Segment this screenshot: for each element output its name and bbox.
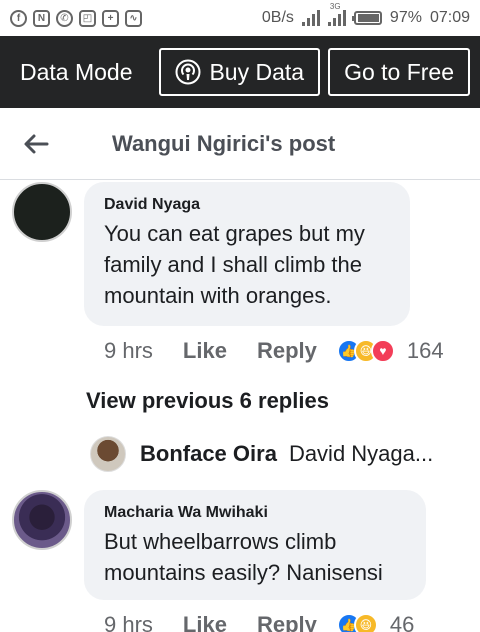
- podcast-icon: [175, 59, 201, 85]
- back-arrow-icon: [24, 134, 49, 153]
- data-mode-bar: Data Mode Buy Data Go to Free: [0, 36, 480, 108]
- like-button[interactable]: Like: [183, 338, 227, 364]
- reactions[interactable]: 👍 😆 ♥: [336, 339, 395, 363]
- reaction-count[interactable]: 46: [390, 612, 414, 632]
- activity-icon: ∿: [125, 9, 142, 27]
- status-bar: f N ✆ ◰ + ∿ 0B/s 3G 97% 07:09: [0, 0, 480, 36]
- avatar[interactable]: [90, 436, 126, 472]
- cast-icon: ◰: [79, 9, 96, 27]
- reply-button[interactable]: Reply: [257, 338, 317, 364]
- comment-text: You can eat grapes but my family and I s…: [104, 221, 365, 308]
- signal-icon: [301, 10, 320, 26]
- comment-actions: 9 hrs Like Reply 👍 😆 ♥ 164: [104, 338, 444, 364]
- buy-data-label: Buy Data: [209, 58, 305, 85]
- comment-bubble[interactable]: Macharia Wa Mwihaki But wheelbarrows cli…: [84, 490, 426, 600]
- battery-level: 97%: [389, 9, 422, 26]
- plus-icon: +: [102, 9, 119, 27]
- data-mode-label: Data Mode: [20, 58, 133, 85]
- reply-author[interactable]: Bonface Oira: [140, 441, 277, 467]
- comment-author[interactable]: Macharia Wa Mwihaki: [104, 504, 406, 522]
- network-type: 3G: [329, 2, 341, 11]
- comment-time[interactable]: 9 hrs: [104, 338, 153, 364]
- reply-preview[interactable]: Bonface Oira David Nyaga...: [90, 436, 470, 472]
- reply-snippet: David Nyaga...: [288, 441, 434, 466]
- comment-author[interactable]: David Nyaga: [104, 196, 390, 214]
- clock: 07:09: [429, 9, 470, 26]
- comment-actions: 9 hrs Like Reply 👍 😆 46: [104, 612, 414, 632]
- reply-button[interactable]: Reply: [257, 612, 317, 632]
- post-header: Wangui Ngirici's post: [0, 108, 480, 180]
- reaction-count[interactable]: 164: [407, 338, 444, 364]
- buy-data-button[interactable]: Buy Data: [159, 48, 321, 96]
- haha-reaction-icon: 😆: [353, 613, 378, 632]
- comment-bubble[interactable]: David Nyaga You can eat grapes but my fa…: [84, 182, 410, 326]
- love-reaction-icon: ♥: [370, 339, 395, 363]
- back-button[interactable]: [0, 108, 72, 180]
- comment-time[interactable]: 9 hrs: [104, 612, 153, 632]
- go-to-free-button[interactable]: Go to Free: [328, 48, 470, 96]
- signal-3g-icon: 3G: [327, 2, 346, 26]
- like-button[interactable]: Like: [183, 612, 227, 632]
- facebook-icon: f: [10, 9, 27, 27]
- view-previous-replies[interactable]: View previous 6 replies: [86, 388, 329, 414]
- whatsapp-icon: ✆: [56, 9, 73, 27]
- data-rate: 0B/s: [261, 9, 294, 26]
- avatar[interactable]: [12, 182, 72, 242]
- n-icon: N: [33, 9, 50, 27]
- avatar[interactable]: [12, 490, 72, 550]
- go-to-free-label: Go to Free: [344, 58, 454, 85]
- notification-icons: f N ✆ ◰ + ∿: [10, 9, 142, 27]
- battery-icon: [351, 11, 382, 25]
- comment-text: But wheelbarrows climb mountains easily?…: [104, 529, 383, 585]
- reactions[interactable]: 👍 😆: [336, 613, 378, 632]
- page-title: Wangui Ngirici's post: [112, 130, 336, 156]
